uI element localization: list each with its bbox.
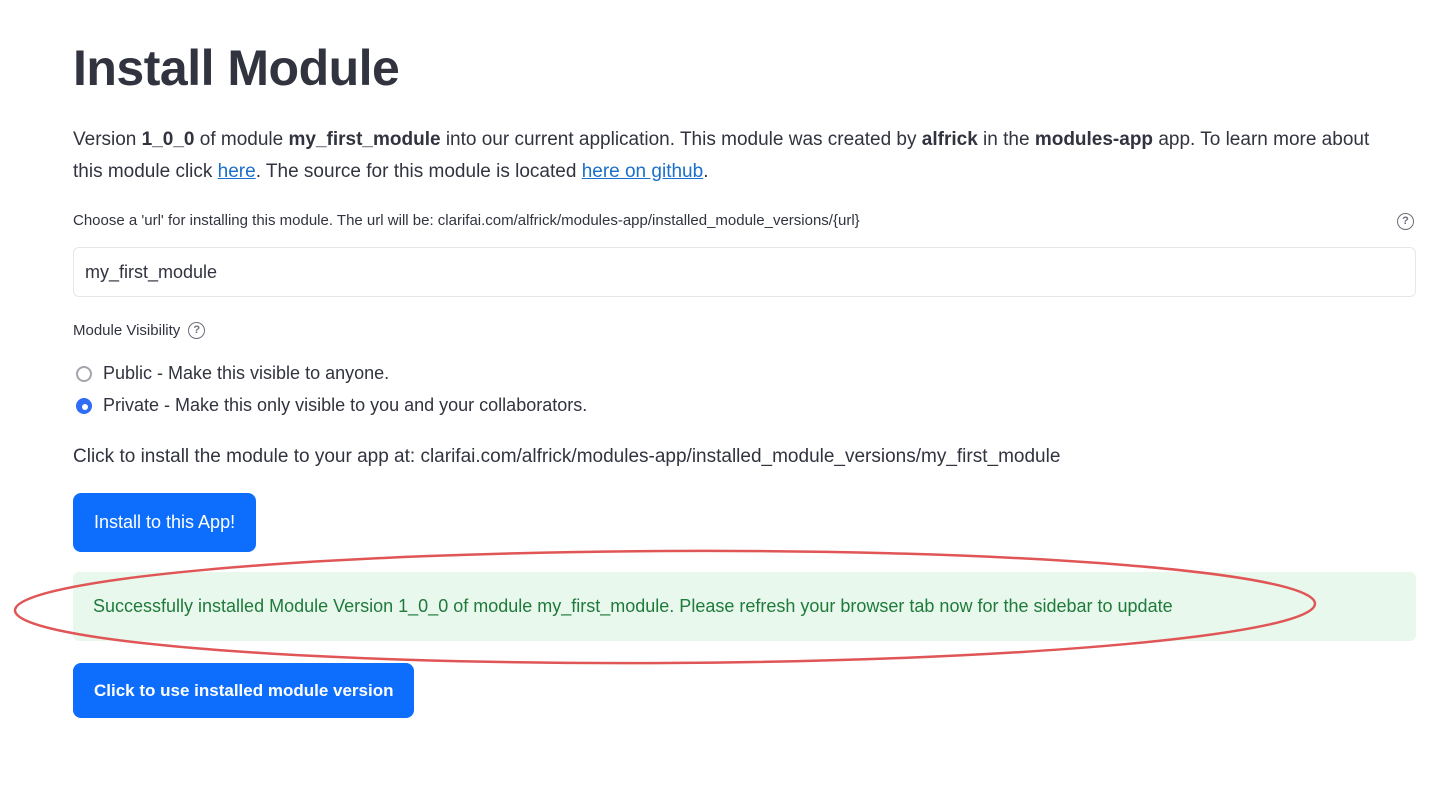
use-installed-module-button[interactable]: Click to use installed module version — [73, 663, 415, 718]
version-value: 1_0_0 — [141, 129, 195, 150]
success-alert: Successfully installed Module Version 1_… — [73, 572, 1416, 641]
install-button[interactable]: Install to this App! — [73, 493, 257, 552]
module-description: Version 1_0_0 of module my_first_module … — [73, 124, 1393, 188]
question-circle-icon[interactable]: ? — [1397, 213, 1414, 230]
github-source-link[interactable]: here on github — [582, 161, 704, 182]
author-name: alfrick — [921, 129, 978, 150]
url-input[interactable] — [73, 247, 1416, 297]
url-field-label: Choose a 'url' for installing this modul… — [73, 212, 860, 229]
visibility-label-row: Module Visibility ? — [73, 322, 206, 339]
learn-more-link[interactable]: here — [218, 161, 256, 182]
visibility-option-public[interactable]: Public - Make this visible to anyone. — [76, 363, 389, 384]
radio-public[interactable] — [76, 365, 92, 382]
page-title: Install Module — [73, 40, 400, 96]
intro-text-6: . The source for this module is located — [255, 161, 582, 182]
visibility-option-private[interactable]: Private - Make this only visible to you … — [76, 395, 587, 416]
intro-text-1: Version — [73, 129, 142, 150]
intro-text-7: . — [703, 161, 709, 182]
visibility-label: Module Visibility — [73, 322, 181, 339]
success-message: Successfully installed Module Version 1_… — [93, 596, 1173, 616]
visibility-help-icon[interactable]: ? — [188, 322, 206, 339]
radio-private[interactable] — [76, 397, 92, 414]
visibility-option-label: Private - Make this only visible to you … — [103, 395, 588, 415]
intro-text-3: into our current application. This modul… — [440, 129, 922, 150]
module-name: my_first_module — [288, 129, 441, 150]
app-name: modules-app — [1034, 129, 1154, 150]
intro-text-2: of module — [194, 129, 289, 150]
intro-text-4: in the — [977, 129, 1035, 150]
install-destination-text: Click to install the module to your app … — [73, 446, 1061, 467]
visibility-option-label: Public - Make this visible to anyone. — [103, 363, 390, 383]
page: Install Module Version 1_0_0 of module m… — [0, 0, 1453, 795]
